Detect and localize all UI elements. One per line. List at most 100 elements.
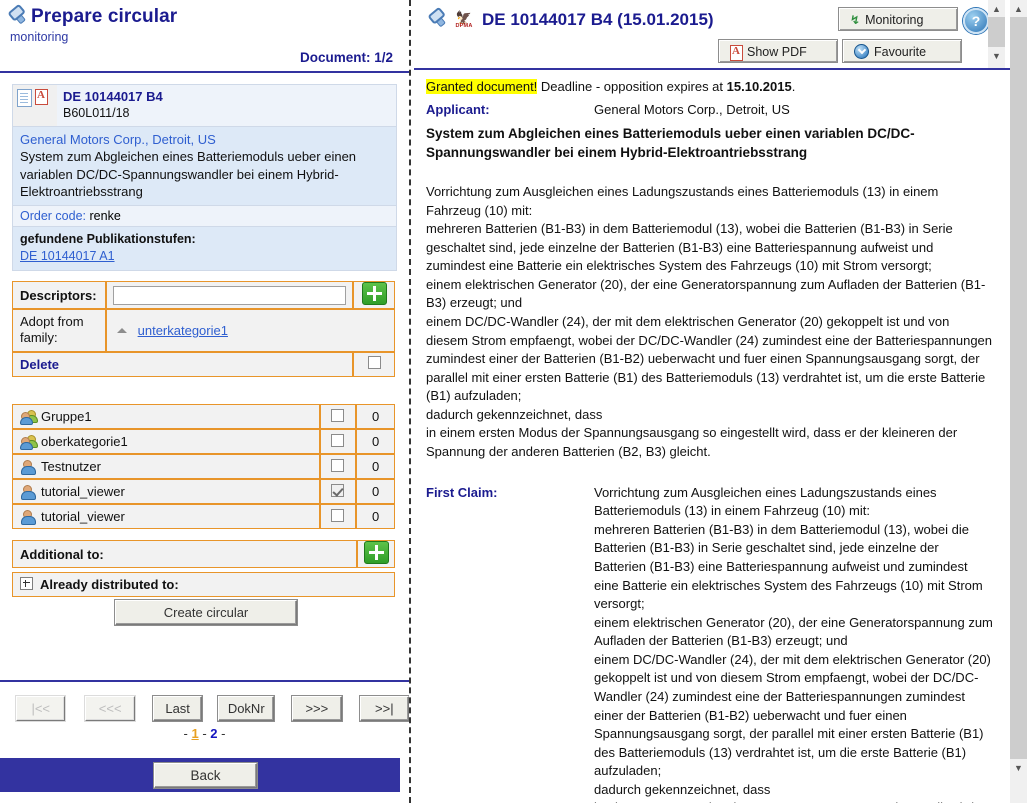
page-scroll-thumb[interactable] (1010, 17, 1027, 759)
nav-button-4[interactable]: >>> (292, 696, 342, 721)
inner-scroll-up-arrow[interactable]: ▲ (988, 0, 1005, 17)
left-panel: Prepare circular monitoring Document: 1/… (0, 0, 409, 803)
nav-button-1: <<< (85, 696, 135, 721)
help-icon[interactable]: ? (963, 8, 989, 34)
page-scroll-down-arrow[interactable]: ▼ (1010, 759, 1027, 776)
applicant-value: General Motors Corp., Detroit, US (594, 101, 790, 117)
expand-plus-icon[interactable] (20, 577, 33, 590)
inner-scroll-thumb[interactable] (988, 17, 1005, 47)
pager-page-2[interactable]: 2 (210, 726, 217, 741)
adopt-from-family-label: Adopt from family: (20, 314, 84, 346)
favourite-button[interactable]: Favourite (843, 40, 961, 62)
recipient-name-cell: Testnutzer (12, 454, 320, 479)
page-scroll-up-arrow[interactable]: ▲ (1010, 0, 1027, 17)
inner-scroll-down-arrow[interactable]: ▼ (988, 47, 1005, 64)
recipient-checkbox-cell (319, 429, 357, 454)
abstract-paragraph: in einem ersten Modus der Spannungsausga… (426, 425, 958, 460)
recipient-checkbox[interactable] (331, 483, 345, 497)
user-icon (20, 460, 36, 475)
inner-scrollbar[interactable]: ▲ ▼ (988, 0, 1005, 68)
recipient-checkbox[interactable] (331, 508, 345, 522)
doc-summary-row: General Motors Corp., Detroit, US System… (12, 125, 397, 205)
already-distributed-table: Already distributed to: (12, 572, 395, 597)
document-icon[interactable] (17, 89, 32, 107)
create-circular-button[interactable]: Create circular (115, 600, 297, 625)
descriptors-input[interactable] (113, 285, 346, 305)
back-button[interactable]: Back (154, 763, 257, 788)
adopt-from-family-row: Adopt from family: unterkategorie1 (12, 309, 395, 352)
header-button-stack: ↯ Monitoring ? Show PDF Favourite (414, 8, 989, 62)
document-card: DE 10144017 B4 B60L011/18 General Motors… (12, 84, 397, 271)
first-claim-label: First Claim: (426, 484, 498, 500)
recipient-count: 0 (372, 509, 380, 524)
recipient-count: 0 (372, 409, 380, 424)
recipient-name: Gruppe1 (41, 409, 92, 424)
monitoring-button[interactable]: ↯ Monitoring (839, 8, 957, 30)
publication-link[interactable]: DE 10144017 A1 (20, 248, 389, 266)
already-distributed-cell: Already distributed to: (12, 572, 395, 597)
abstract-block: Vorrichtung zum Ausgleichen eines Ladung… (426, 183, 994, 462)
user-icon (20, 510, 36, 525)
abstract-paragraph: einem elektrischen Generator (20), der e… (426, 276, 986, 311)
show-pdf-label: Show PDF (747, 44, 807, 59)
nav-button-2[interactable]: Last (152, 696, 203, 721)
table-row: tutorial_viewer 0 (12, 504, 395, 529)
add-recipient-button[interactable] (363, 541, 389, 564)
doc-applicant: General Motors Corp., Detroit, US (20, 131, 216, 147)
first-claim-row: First Claim: Vorrichtung zum Ausgleichen… (426, 484, 994, 803)
table-row: Testnutzer 0 (12, 454, 395, 479)
additional-label-cell: Additional to: (12, 540, 357, 568)
app-window: Prepare circular monitoring Document: 1/… (0, 0, 1027, 803)
nav-button-3[interactable]: DokNr (218, 696, 275, 721)
nav-button-0: |<< (16, 696, 66, 721)
recipient-checkbox[interactable] (331, 433, 345, 447)
additional-table: Additional to: (12, 540, 395, 568)
collapse-triangle-icon[interactable] (117, 327, 127, 333)
adopt-value-cell: unterkategorie1 (106, 309, 395, 352)
additional-to-label: Additional to: (20, 546, 104, 562)
recipient-checkbox[interactable] (331, 458, 345, 472)
additional-to-row: Additional to: (12, 540, 395, 568)
recipient-count-cell: 0 (356, 429, 395, 454)
doc-number: DE 10144017 B4 (63, 89, 163, 104)
adopt-family-link[interactable]: unterkategorie1 (138, 323, 228, 338)
delete-checkbox[interactable] (367, 356, 381, 369)
descriptors-label-cell: Descriptors: (12, 281, 106, 309)
claim-paragraph: Vorrichtung zum Ausgleichen eines Ladung… (594, 484, 937, 519)
order-code-row: Order code: renke (12, 204, 397, 226)
recipient-count-cell: 0 (356, 454, 395, 479)
table-row: oberkategorie1 0 (12, 429, 395, 454)
recipient-count: 0 (372, 484, 380, 499)
recipient-checkbox-cell (319, 454, 357, 479)
recipients-table: Gruppe1 0 oberkategorie1 0 Testnutzer 0 tutori… (12, 404, 395, 529)
group-icon (20, 410, 38, 425)
already-distributed-label: Already distributed to: (40, 577, 179, 592)
delete-label-cell: Delete (12, 351, 353, 377)
already-distributed-row[interactable]: Already distributed to: (12, 572, 395, 597)
show-pdf-button[interactable]: Show PDF (719, 40, 837, 62)
recipient-checkbox[interactable] (331, 408, 345, 422)
order-code-label: Order code: (20, 208, 87, 223)
recipient-name-cell: tutorial_viewer (12, 479, 320, 504)
recipient-checkbox-cell (319, 404, 357, 429)
patent-detail-content: Granted document! Deadline - opposition … (414, 72, 1006, 803)
wrench-icon (4, 4, 29, 29)
nav-button-5[interactable]: >>| (359, 696, 409, 721)
claim-paragraph: einem DC/DC-Wandler (24), der mit dem el… (594, 651, 991, 779)
page-subtitle: monitoring (10, 30, 69, 44)
doc-ipc: B60L011/18 (63, 106, 130, 121)
pagination-buttons: |<< <<< Last DokNr >>> >>| (0, 696, 409, 721)
claim-paragraph: mehreren Batterien (B1-B3) in dem Batter… (594, 521, 983, 612)
recipient-checkbox-cell (319, 504, 357, 529)
doc-title: System zum Abgleichen eines Batteriemodu… (20, 149, 357, 200)
footer-divider (0, 680, 409, 682)
favourite-icon (854, 44, 869, 59)
order-code-value: renke (89, 208, 121, 223)
pdf-icon[interactable] (35, 89, 48, 105)
pager-page-1[interactable]: 1 (191, 726, 198, 741)
header-button-row-bottom: Show PDF Favourite (414, 40, 989, 62)
patent-heading: System zum Abgleichen eines Batteriemodu… (426, 126, 915, 161)
add-descriptor-button[interactable] (361, 282, 387, 305)
page-scrollbar[interactable]: ▲ ▼ (1010, 0, 1027, 803)
pager-middle: - (198, 726, 211, 741)
